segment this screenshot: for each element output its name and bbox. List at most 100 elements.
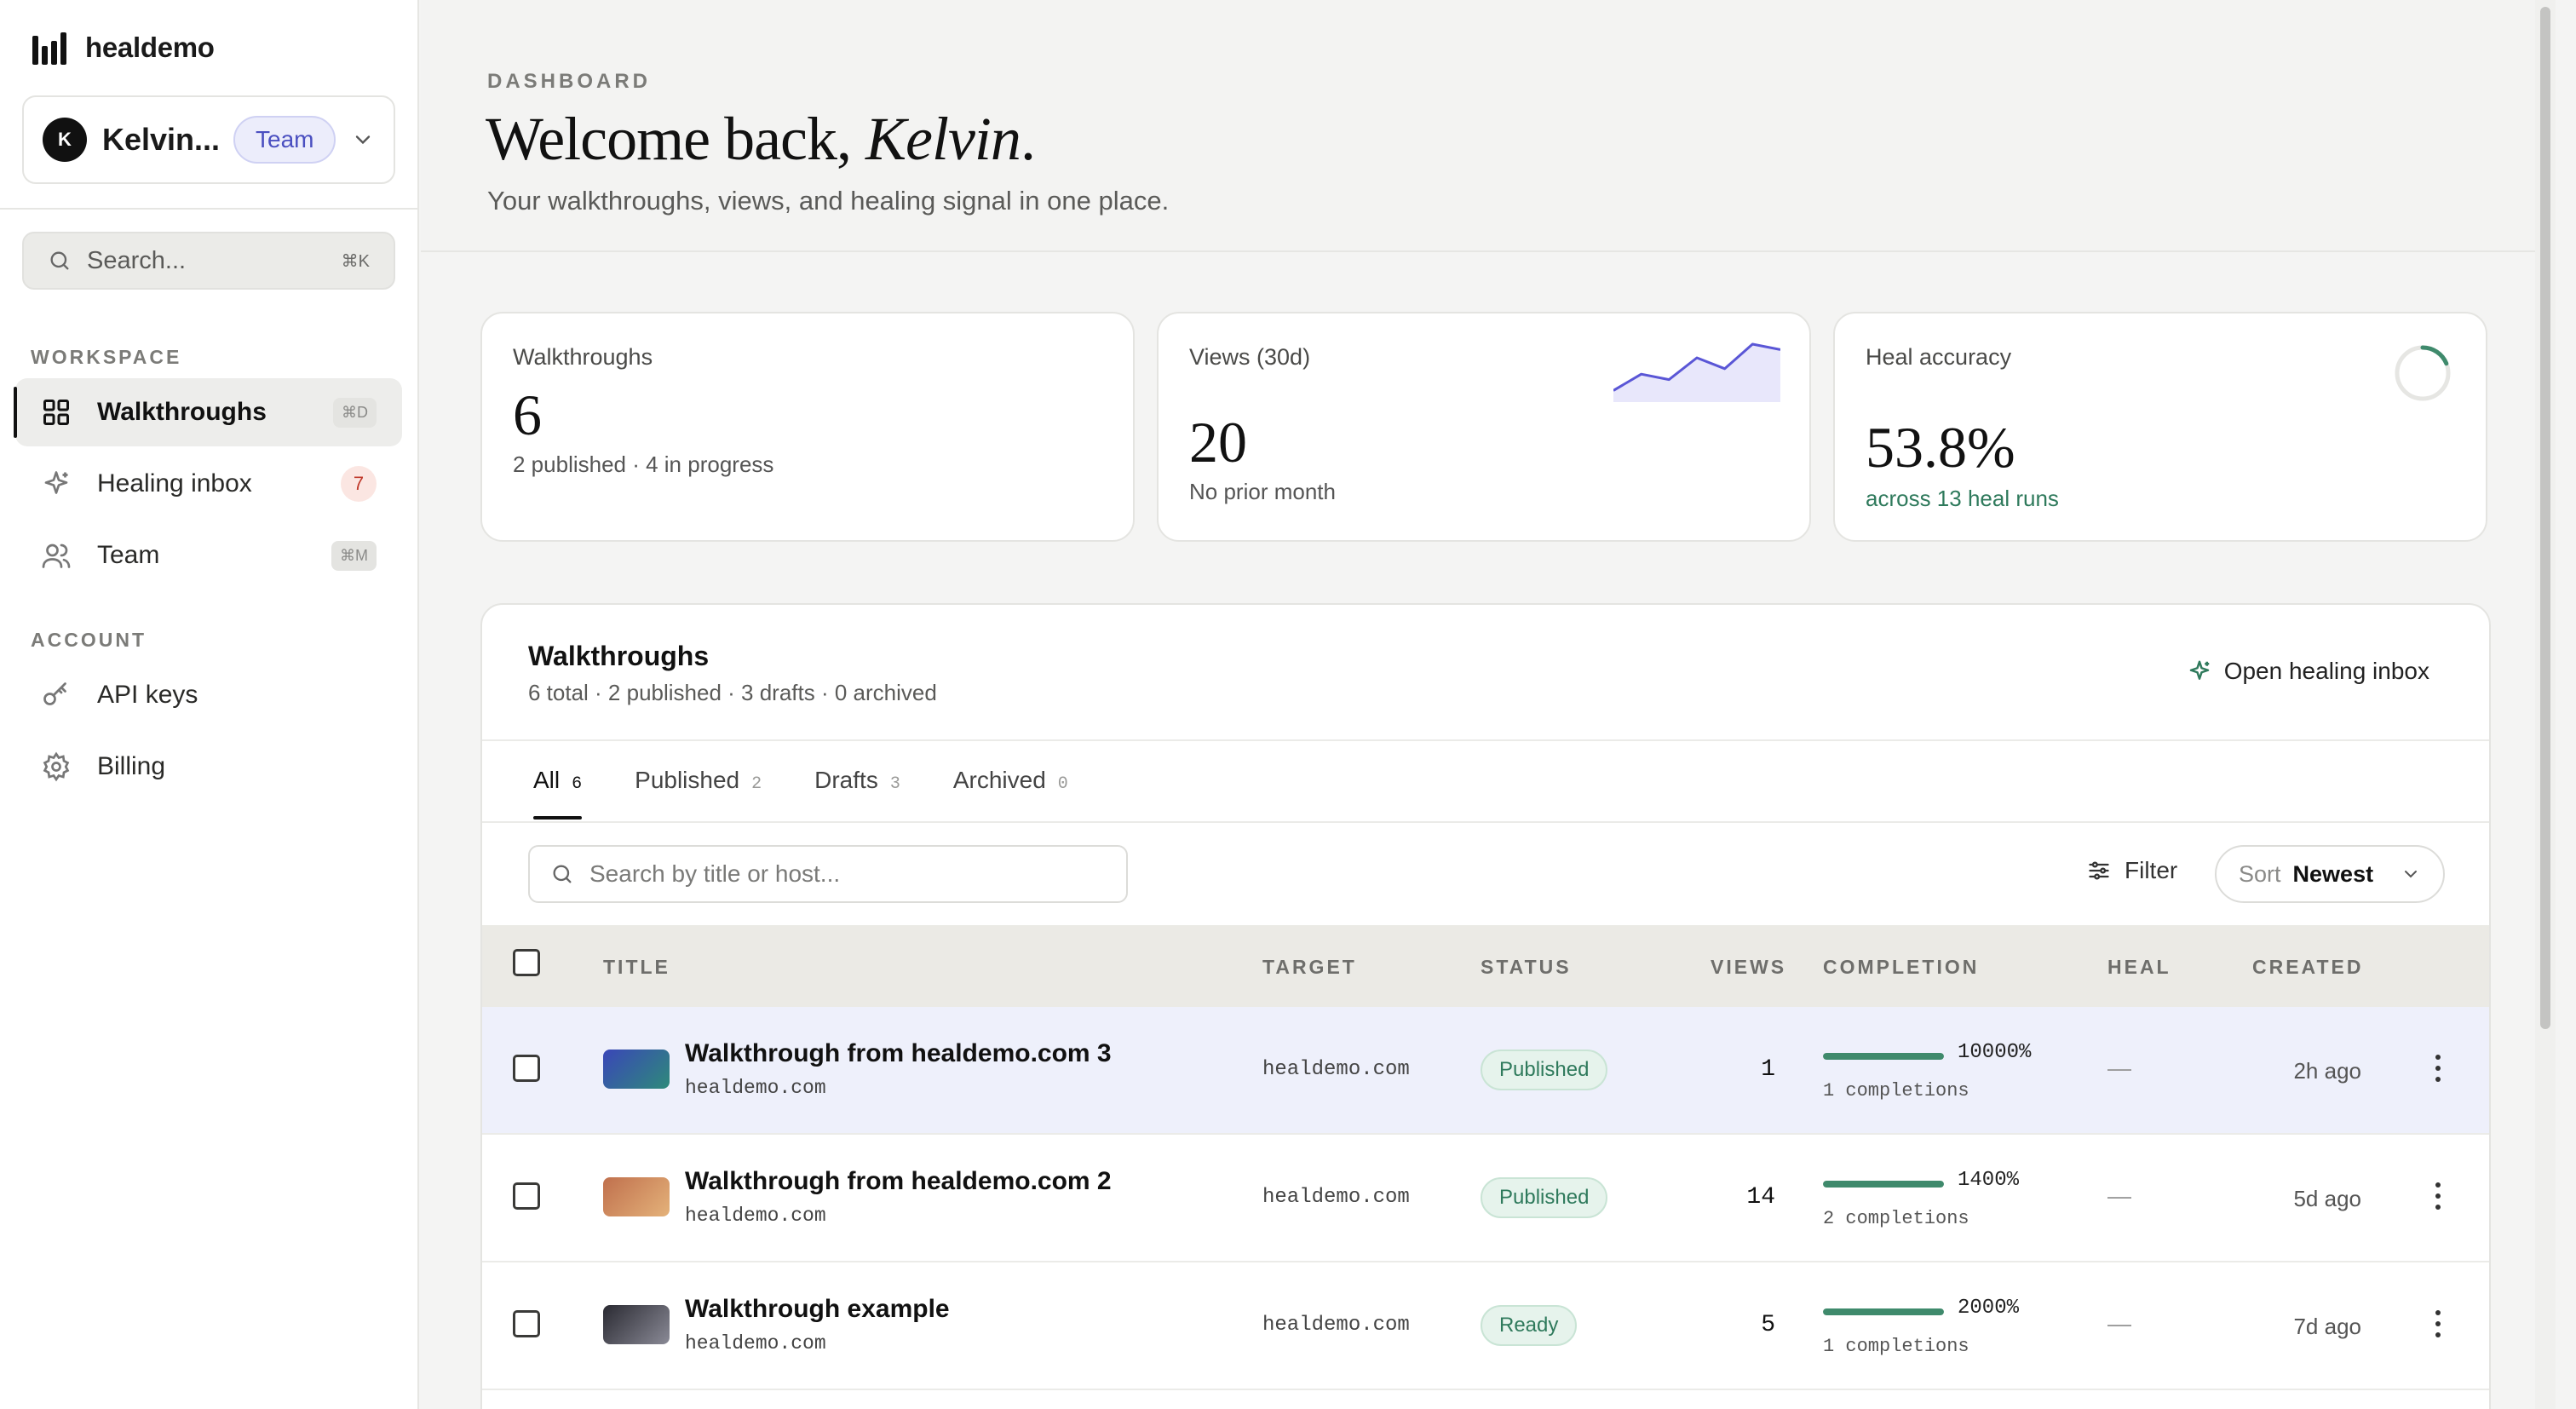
scrollbar-thumb[interactable] (2540, 7, 2550, 1029)
status-badge: Published (1481, 1050, 1608, 1090)
page-header: DASHBOARD Welcome back, Kelvin. Your wal… (421, 0, 2556, 252)
completion-fill (1823, 1308, 1944, 1315)
divider (482, 739, 2489, 741)
column-heal[interactable]: HEAL (2107, 956, 2171, 979)
tab-label: Drafts (814, 767, 878, 793)
completion-count: 2 completions (1823, 1208, 1969, 1229)
stat-title: Heal accuracy (1866, 344, 2012, 370)
table-row[interactable]: Walkthrough from healdemo.com 3 healdemo… (482, 1007, 2489, 1135)
page-subtitle: Your walkthroughs, views, and healing si… (487, 186, 1170, 216)
row-title[interactable]: Walkthrough from healdemo.com 2 (685, 1167, 1112, 1196)
open-inbox-label: Open healing inbox (2223, 658, 2429, 684)
chevron-down-icon (355, 135, 371, 145)
stat-value: 6 (513, 382, 542, 447)
sidebar-search[interactable]: Search... ⌘K (22, 232, 395, 290)
row-views: 14 (1746, 1184, 1775, 1211)
filter-label: Filter (2125, 857, 2178, 883)
sidebar-item-label: Billing (97, 752, 166, 780)
welcome-name: Kelvin (865, 105, 1021, 173)
column-views[interactable]: VIEWS (1711, 956, 1786, 979)
search-placeholder: Search by title or host... (589, 860, 841, 887)
table-header: TITLE TARGET STATUS VIEWS COMPLETION HEA… (482, 925, 2489, 1007)
more-options-icon[interactable] (2429, 1051, 2447, 1085)
column-status[interactable]: STATUS (1481, 956, 1572, 979)
sidebar-item-label: Healing inbox (97, 469, 252, 497)
sidebar-item-team[interactable]: Team ⌘M (15, 521, 402, 589)
more-options-icon[interactable] (2429, 1179, 2447, 1213)
search-icon (50, 251, 69, 270)
row-checkbox[interactable] (513, 1182, 540, 1210)
sort-dropdown[interactable]: Sort Newest (2215, 845, 2445, 903)
tab-drafts[interactable]: Drafts 3 (814, 767, 900, 820)
main-content: DASHBOARD Welcome back, Kelvin. Your wal… (421, 0, 2556, 1409)
welcome-suffix: . (1020, 105, 1036, 173)
tab-label: Archived (952, 767, 1046, 793)
filter-icon (2089, 861, 2109, 880)
status-badge: Published (1481, 1177, 1608, 1218)
tab-count: 3 (889, 774, 900, 794)
status-tabs: All 6 Published 2 Drafts 3 Archived 0 (533, 767, 1068, 820)
welcome-prefix: Welcome back, (486, 105, 852, 173)
tab-count: 6 (572, 774, 583, 794)
sidebar-item-billing[interactable]: Billing (15, 733, 402, 801)
team-switcher[interactable]: K Kelvin... Team (22, 95, 395, 184)
row-title[interactable]: Walkthrough from healdemo.com 3 (685, 1039, 1112, 1068)
table-row[interactable]: Walkthrough example healdemo.com healdem… (482, 1262, 2489, 1390)
stat-card-views: Views (30d) 20 No prior month (1157, 312, 1811, 542)
sparkle-icon (2189, 660, 2209, 680)
tab-all[interactable]: All 6 (533, 767, 583, 820)
completion-bar (1823, 1053, 1944, 1060)
row-heal: — (2107, 1310, 2131, 1337)
tab-archived[interactable]: Archived 0 (953, 767, 1068, 820)
completion-bar (1823, 1308, 1944, 1315)
row-title[interactable]: Walkthrough example (685, 1295, 950, 1324)
team-badge: Team (233, 116, 336, 164)
brand[interactable]: healdemo (32, 31, 215, 65)
tab-count: 0 (1057, 774, 1068, 794)
table-title: Walkthroughs (528, 641, 710, 671)
row-target: healdemo.com (1262, 1314, 1410, 1337)
walkthroughs-table-card: Walkthroughs 6 total · 2 published · 3 d… (480, 603, 2491, 1409)
more-options-icon[interactable] (2429, 1307, 2447, 1341)
row-views: 5 (1761, 1312, 1775, 1338)
column-target[interactable]: TARGET (1262, 956, 1357, 979)
open-healing-inbox-button[interactable]: Open healing inbox (2187, 658, 2429, 685)
sort-label: Sort (2239, 860, 2281, 887)
table-row[interactable]: Walkthrough from healdemo.com 2 healdemo… (482, 1135, 2489, 1262)
status-badge: Ready (1481, 1305, 1578, 1346)
row-host: healdemo.com (685, 1332, 826, 1354)
row-target: healdemo.com (1262, 1186, 1410, 1209)
sidebar-item-walkthroughs[interactable]: Walkthroughs ⌘D (14, 378, 402, 446)
workspace-label: WORKSPACE (31, 346, 182, 368)
row-views: 1 (1761, 1056, 1775, 1083)
row-thumbnail (603, 1177, 670, 1216)
filter-button[interactable]: Filter (2087, 857, 2177, 884)
tab-label: All (533, 767, 561, 793)
completion-bar (1823, 1181, 1944, 1188)
completion-percent: 1400% (1958, 1169, 2020, 1192)
page-scrollbar[interactable] (2535, 0, 2556, 1409)
select-all-checkbox[interactable] (513, 949, 540, 976)
column-completion[interactable]: COMPLETION (1823, 956, 1979, 979)
row-checkbox[interactable] (513, 1310, 540, 1337)
sidebar-item-api-keys[interactable]: API keys (15, 661, 402, 729)
row-created: 2h ago (2293, 1058, 2361, 1084)
row-host: healdemo.com (685, 1077, 826, 1099)
row-thumbnail (603, 1050, 670, 1089)
row-checkbox[interactable] (513, 1055, 540, 1082)
row-created: 5d ago (2293, 1186, 2361, 1211)
tab-published[interactable]: Published 2 (635, 767, 762, 820)
sidebar-item-healing-inbox[interactable]: Healing inbox 7 (15, 450, 402, 518)
search-icon (553, 865, 572, 883)
sidebar-divider (0, 208, 419, 210)
search-label: Search... (87, 246, 187, 274)
stat-value: 20 (1189, 410, 1247, 474)
heal-accuracy-ring (2395, 345, 2451, 401)
column-title[interactable]: TITLE (603, 956, 670, 979)
sidebar-item-shortcut: ⌘M (331, 540, 377, 571)
tab-count: 2 (751, 774, 762, 794)
column-created[interactable]: CREATED (2252, 956, 2363, 979)
table-search-input[interactable]: Search by title or host... (528, 845, 1128, 903)
completion-fill (1823, 1053, 1944, 1060)
brand-name: healdemo (85, 32, 215, 63)
